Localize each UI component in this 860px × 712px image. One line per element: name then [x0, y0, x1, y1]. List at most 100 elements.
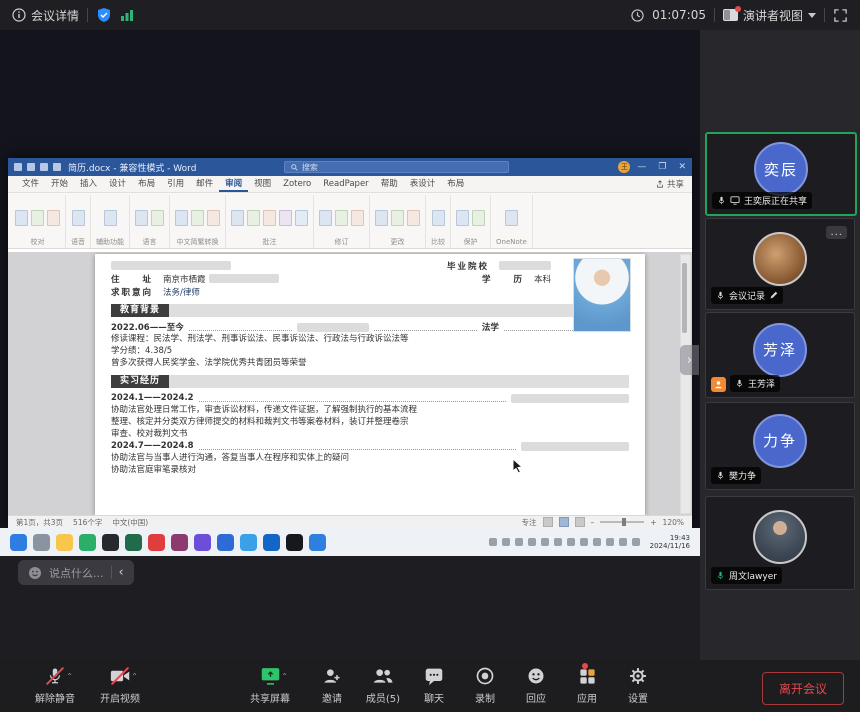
word-tab[interactable]: 插入	[74, 177, 103, 192]
word-title-bar[interactable]: 简历.docx - 兼容性模式 - Word 搜索 王 — ❐ ✕	[8, 158, 692, 176]
settings-button[interactable]: 设置	[613, 665, 663, 705]
web-layout-icon[interactable]	[575, 517, 585, 527]
word-count[interactable]: 516个字	[73, 517, 102, 528]
fullscreen-icon[interactable]	[833, 8, 848, 23]
ribbon-group[interactable]: 中文简繁转换	[170, 195, 226, 248]
word-tab[interactable]: 开始	[45, 177, 74, 192]
restore-button[interactable]: ❐	[658, 162, 666, 172]
ribbon-command-icon[interactable]	[279, 210, 292, 226]
participant-tile-notes[interactable]: ... 会议记录	[705, 218, 855, 310]
participant-tile-host[interactable]: 芳泽 王芳泽	[705, 312, 855, 398]
ribbon-command-icon[interactable]	[151, 210, 164, 226]
file-explorer-icon[interactable]	[56, 534, 73, 551]
page-count[interactable]: 第1页，共3页	[16, 517, 63, 528]
app-k-icon[interactable]	[286, 534, 303, 551]
ribbon-command-icon[interactable]	[319, 210, 332, 226]
ribbon-group[interactable]: OneNote	[491, 195, 533, 248]
emoji-icon[interactable]	[28, 566, 42, 580]
word-tab[interactable]: Zotero	[277, 177, 317, 192]
ribbon-command-icon[interactable]	[407, 210, 420, 226]
network-signal-icon[interactable]	[120, 8, 134, 22]
share-screen-button[interactable]: ⌃ 共享屏幕	[245, 665, 295, 705]
settings-app-icon[interactable]	[33, 534, 50, 551]
word-tab[interactable]: 帮助	[375, 177, 404, 192]
members-button[interactable]: 成员(5)	[358, 665, 408, 705]
ribbon-command-icon[interactable]	[231, 210, 244, 226]
wechat-icon[interactable]	[79, 534, 96, 551]
qq-icon[interactable]	[102, 534, 119, 551]
participant-tile-sharing[interactable]: 奕辰 王奕辰正在共享	[705, 132, 857, 216]
redo-icon[interactable]	[40, 163, 48, 171]
zoom-in-button[interactable]: +	[650, 518, 656, 527]
ribbon-command-icon[interactable]	[31, 210, 44, 226]
ribbon-command-icon[interactable]	[263, 210, 276, 226]
ribbon-group[interactable]: 修订	[314, 195, 370, 248]
ribbon-group[interactable]: 辅助功能	[91, 195, 130, 248]
notes-app-icon[interactable]	[125, 534, 142, 551]
word-tab[interactable]: 设计	[103, 177, 132, 192]
tray-icon[interactable]	[541, 538, 549, 546]
undo-icon[interactable]	[27, 163, 35, 171]
ribbon-command-icon[interactable]	[15, 210, 28, 226]
ribbon-group[interactable]: 语音	[66, 195, 91, 248]
word-tab[interactable]: 邮件	[190, 177, 219, 192]
ribbon-command-icon[interactable]	[351, 210, 364, 226]
chat-quick-input[interactable]: 说点什么... ‹	[18, 560, 134, 585]
ribbon-group[interactable]: 语言	[130, 195, 170, 248]
ribbon-command-icon[interactable]	[191, 210, 204, 226]
ribbon-command-icon[interactable]	[472, 210, 485, 226]
tray-icon[interactable]	[554, 538, 562, 546]
record-button[interactable]: 录制	[460, 665, 510, 705]
ribbon-command-icon[interactable]	[391, 210, 404, 226]
ribbon-group[interactable]: 比较	[426, 195, 451, 248]
ribbon-command-icon[interactable]	[375, 210, 388, 226]
edit-pencil-icon[interactable]	[769, 291, 778, 300]
participant-tile-video[interactable]: 周文lawyer	[705, 496, 855, 590]
leave-meeting-button[interactable]: 离开会议	[762, 672, 844, 705]
participant-tile[interactable]: 力争 樊力争	[705, 402, 855, 490]
ribbon-group[interactable]: 更改	[370, 195, 426, 248]
read-mode-icon[interactable]	[543, 517, 553, 527]
tray-icon[interactable]	[619, 538, 627, 546]
account-avatar[interactable]: 王	[618, 161, 630, 173]
tray-icon[interactable]	[515, 538, 523, 546]
ribbon-group[interactable]: 保护	[451, 195, 491, 248]
outlook-icon[interactable]	[263, 534, 280, 551]
ribbon-command-icon[interactable]	[72, 210, 85, 226]
meeting-details-button[interactable]: 会议详情	[12, 7, 79, 24]
chevron-up-icon[interactable]: ⌃	[66, 672, 73, 681]
more-options-icon[interactable]: ...	[826, 226, 847, 239]
tray-icon[interactable]	[567, 538, 575, 546]
ribbon-command-icon[interactable]	[432, 210, 445, 226]
ribbon-group[interactable]: 校对	[10, 195, 66, 248]
word-tab[interactable]: 表设计	[404, 177, 442, 192]
ribbon-command-icon[interactable]	[335, 210, 348, 226]
word-tab[interactable]: 引用	[161, 177, 190, 192]
music-app-icon[interactable]	[148, 534, 165, 551]
scrollbar-thumb[interactable]	[682, 263, 687, 333]
ribbon-command-icon[interactable]	[456, 210, 469, 226]
print-layout-icon[interactable]	[559, 517, 569, 527]
tray-icon[interactable]	[502, 538, 510, 546]
tray-icon[interactable]	[593, 538, 601, 546]
zoom-level[interactable]: 120%	[663, 518, 684, 527]
word-tab[interactable]: 视图	[248, 177, 277, 192]
chevron-left-icon[interactable]: ‹	[119, 565, 124, 580]
zoom-slider-knob[interactable]	[622, 518, 626, 526]
view-mode-button[interactable]: 演讲者视图	[723, 7, 816, 24]
unmute-button[interactable]: ⌃ 解除静音	[30, 665, 80, 705]
chevron-up-icon[interactable]: ⌃	[131, 672, 138, 681]
ribbon-command-icon[interactable]	[47, 210, 60, 226]
ribbon-command-icon[interactable]	[295, 210, 308, 226]
tray-icon[interactable]	[580, 538, 588, 546]
security-shield-icon[interactable]	[96, 7, 112, 23]
chat-button[interactable]: 聊天	[409, 665, 459, 705]
word-tab[interactable]: ReadPaper	[317, 177, 374, 192]
apps-button[interactable]: 应用	[562, 665, 612, 705]
quick-access-toolbar[interactable]	[14, 163, 61, 171]
zoom-slider[interactable]	[600, 521, 644, 523]
start-video-button[interactable]: ⌃ 开启视频	[95, 665, 145, 705]
close-button[interactable]: ✕	[678, 162, 686, 172]
tray-icon[interactable]	[528, 538, 536, 546]
ribbon-command-icon[interactable]	[247, 210, 260, 226]
